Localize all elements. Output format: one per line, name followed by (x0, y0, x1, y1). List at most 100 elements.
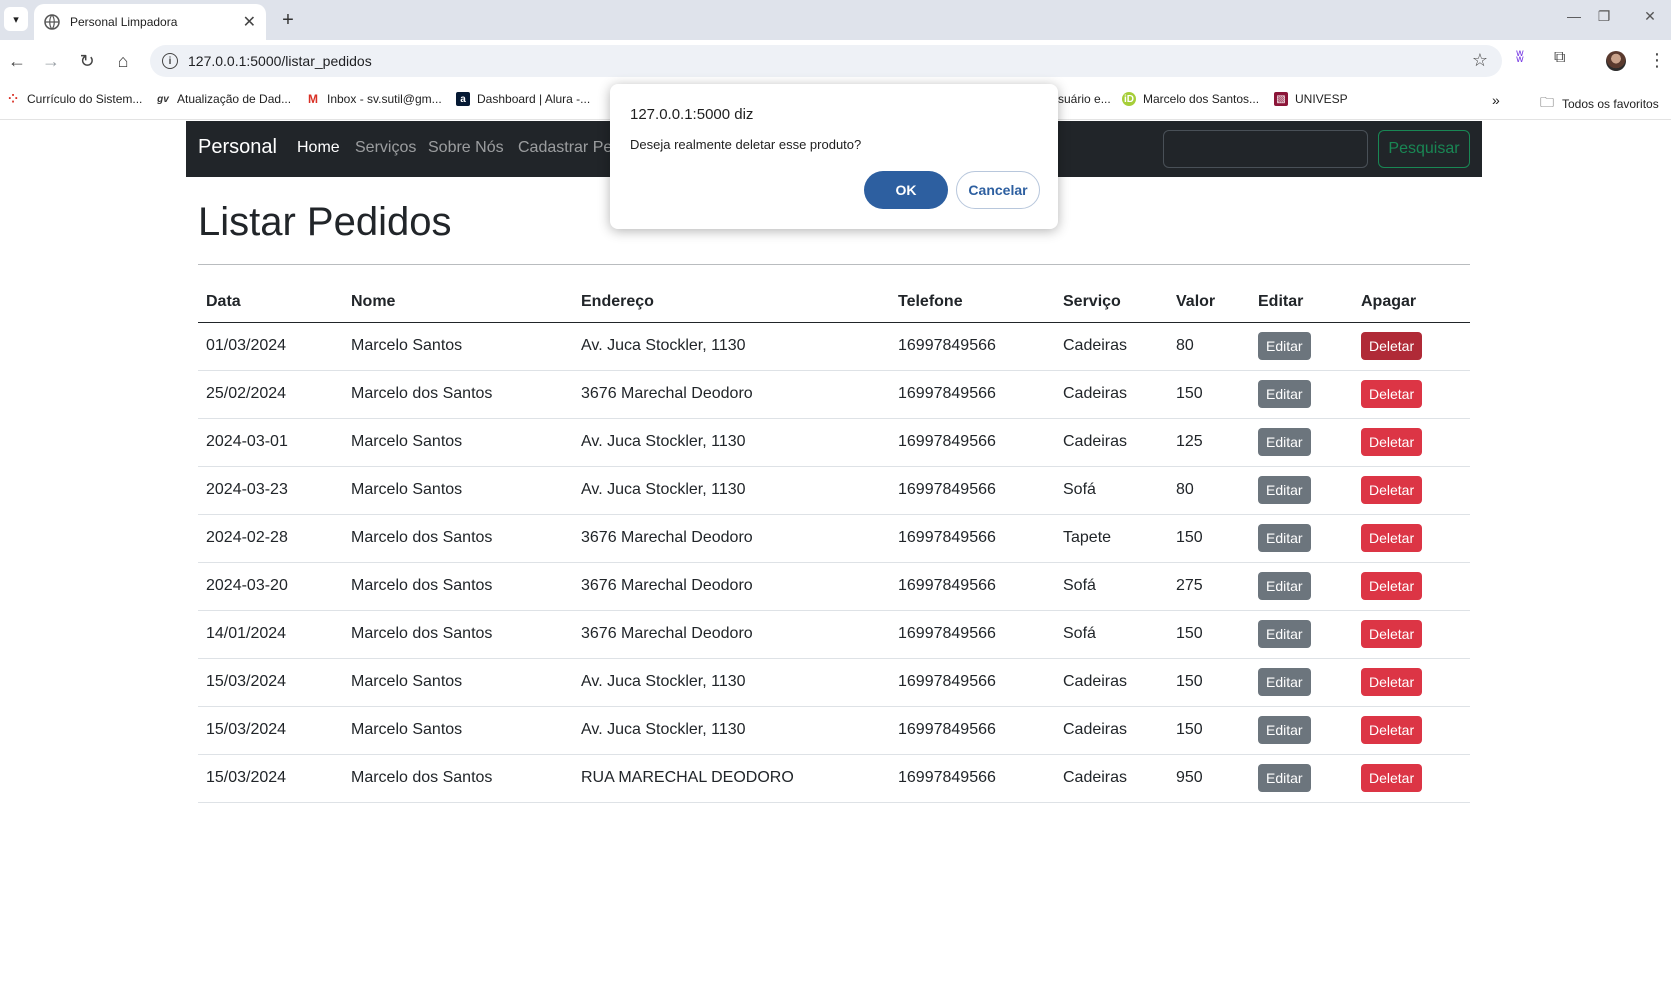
delete-button[interactable]: Deletar (1361, 380, 1423, 408)
cell-nome: Marcelo Santos (343, 706, 573, 755)
delete-button[interactable]: Deletar (1361, 428, 1423, 456)
dialog-message: Deseja realmente deletar esse produto? (630, 137, 862, 152)
browser-tab[interactable]: Personal Limpadora ✕ (34, 4, 266, 40)
tab-search-button[interactable]: ▾ (4, 7, 28, 31)
bookmark-label: Currículo do Sistem... (27, 92, 143, 106)
cell-data: 2024-03-20 (198, 562, 343, 611)
bookmark-label: Marcelo dos Santos... (1143, 92, 1260, 106)
cell-servico: Sofá (1055, 562, 1168, 611)
cell-servico: Tapete (1055, 514, 1168, 563)
delete-button[interactable]: Deletar (1361, 620, 1423, 648)
bookmark-item[interactable]: iD Marcelo dos Santos... (1122, 92, 1259, 106)
delete-button[interactable]: Deletar (1361, 332, 1423, 360)
bookmark-item[interactable]: ▧ UNIVESP (1274, 92, 1348, 106)
edit-button[interactable]: Editar (1258, 380, 1311, 408)
bookmark-item[interactable]: a Dashboard | Alura -... (456, 92, 590, 106)
edit-button[interactable]: Editar (1258, 620, 1311, 648)
bookmark-item[interactable]: ⁘ Currículo do Sistem... (6, 92, 142, 106)
edit-button[interactable]: Editar (1258, 524, 1311, 552)
delete-button[interactable]: Deletar (1361, 476, 1423, 504)
nav-link-servicos[interactable]: Serviços (355, 139, 416, 157)
edit-button[interactable]: Editar (1258, 476, 1311, 504)
cell-endereco: Av. Juca Stockler, 1130 (573, 322, 890, 371)
cell-telefone: 16997849566 (890, 370, 1055, 419)
cell-telefone: 16997849566 (890, 322, 1055, 371)
cell-telefone: 16997849566 (890, 754, 1055, 803)
edit-button[interactable]: Editar (1258, 716, 1311, 744)
cell-data: 01/03/2024 (198, 322, 343, 371)
delete-button[interactable]: Deletar (1361, 524, 1423, 552)
cell-endereco: 3676 Marechal Deodoro (573, 562, 890, 611)
nav-link-sobre-nos[interactable]: Sobre Nós (428, 139, 504, 157)
divider (198, 264, 1470, 265)
table-row: 15/03/2024 Marcelo Santos Av. Juca Stockle… (198, 658, 1470, 707)
edit-button[interactable]: Editar (1258, 428, 1311, 456)
ok-button[interactable]: OK (864, 171, 948, 209)
cell-apagar: Deletar (1353, 610, 1470, 659)
cell-editar: Editar (1250, 658, 1353, 707)
edit-button[interactable]: Editar (1258, 764, 1311, 792)
cell-apagar: Deletar (1353, 706, 1470, 755)
url-text: 127.0.0.1:5000/listar_pedidos (188, 53, 372, 69)
edit-button[interactable]: Editar (1258, 572, 1311, 600)
delete-button[interactable]: Deletar (1361, 572, 1423, 600)
reload-icon[interactable]: ↻ (76, 50, 98, 72)
forward-icon[interactable]: → (40, 50, 62, 72)
bookmark-star-icon[interactable]: ☆ (1472, 50, 1488, 71)
site-info-icon[interactable]: i (162, 53, 178, 69)
bookmark-item[interactable]: gv Atualização de Dad... (156, 92, 291, 106)
cell-editar: Editar (1250, 754, 1353, 803)
close-window-icon[interactable]: ✕ (1638, 8, 1662, 25)
cell-valor: 150 (1168, 658, 1250, 707)
menu-kebab-icon[interactable]: ⋮ (1648, 50, 1666, 71)
new-tab-icon[interactable]: + (276, 8, 300, 32)
table-row: 15/03/2024 Marcelo dos Santos RUA MARECHAL… (198, 754, 1470, 803)
minimize-icon[interactable]: — (1562, 8, 1586, 24)
delete-button[interactable]: Deletar (1361, 668, 1423, 696)
bookmark-item[interactable]: suário e... (1058, 92, 1111, 106)
home-icon[interactable]: ⌂ (112, 50, 134, 72)
address-bar[interactable]: i 127.0.0.1:5000/listar_pedidos ☆ (150, 45, 1502, 77)
bookmark-label: UNIVESP (1295, 92, 1348, 106)
bookmark-item[interactable]: M Inbox - sv.sutil@gm... (306, 92, 442, 106)
cell-endereco: Av. Juca Stockler, 1130 (573, 418, 890, 467)
cell-editar: Editar (1250, 610, 1353, 659)
edit-button[interactable]: Editar (1258, 332, 1311, 360)
cell-nome: Marcelo Santos (343, 418, 573, 467)
table-header-row: Data Nome Endereço Telefone Serviço Valo… (198, 282, 1470, 323)
cell-valor: 950 (1168, 754, 1250, 803)
extensions-puzzle-icon[interactable]: ⧉ (1554, 49, 1565, 67)
col-header-data: Data (198, 282, 343, 323)
cell-servico: Cadeiras (1055, 418, 1168, 467)
nav-link-cadastrar[interactable]: Cadastrar Pe (518, 139, 612, 157)
delete-button[interactable]: Deletar (1361, 764, 1423, 792)
delete-button[interactable]: Deletar (1361, 716, 1423, 744)
cell-data: 2024-03-01 (198, 418, 343, 467)
extension-w-icon[interactable]: ʬ (1516, 49, 1524, 67)
cell-nome: Marcelo Santos (343, 658, 573, 707)
edit-button[interactable]: Editar (1258, 668, 1311, 696)
cell-endereco: Av. Juca Stockler, 1130 (573, 706, 890, 755)
cell-data: 2024-03-23 (198, 466, 343, 515)
restore-icon[interactable]: ❐ (1592, 8, 1616, 25)
tab-title: Personal Limpadora (70, 15, 178, 29)
orcid-icon: iD (1122, 92, 1136, 106)
all-bookmarks-folder[interactable]: 🗀 Todos os favoritos (1540, 92, 1659, 116)
more-bookmarks-icon[interactable]: » (1492, 92, 1500, 108)
cancel-button[interactable]: Cancelar (956, 171, 1040, 209)
profile-avatar[interactable] (1606, 51, 1626, 71)
cell-servico: Cadeiras (1055, 706, 1168, 755)
cell-data: 25/02/2024 (198, 370, 343, 419)
table-row: 2024-02-28 Marcelo dos Santos 3676 Marecha… (198, 514, 1470, 563)
search-button[interactable]: Pesquisar (1378, 130, 1470, 168)
close-tab-icon[interactable]: ✕ (243, 12, 256, 32)
nav-link-home[interactable]: Home (297, 139, 340, 157)
cell-editar: Editar (1250, 322, 1353, 371)
search-input[interactable] (1163, 130, 1368, 168)
table-row: 2024-03-23 Marcelo Santos Av. Juca Stockle… (198, 466, 1470, 515)
cell-apagar: Deletar (1353, 370, 1470, 419)
navbar-brand[interactable]: Personal (198, 136, 277, 159)
back-icon[interactable]: ← (6, 50, 28, 72)
cell-nome: Marcelo dos Santos (343, 370, 573, 419)
cell-servico: Sofá (1055, 610, 1168, 659)
